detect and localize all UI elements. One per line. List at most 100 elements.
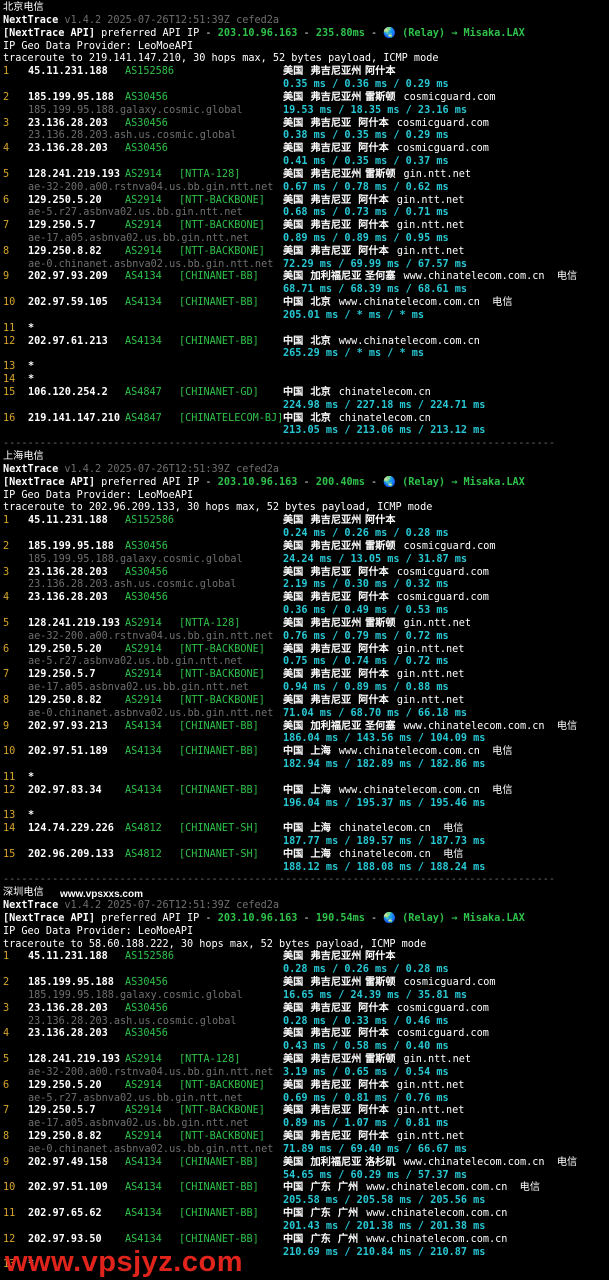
- hop-asn: AS152586: [125, 66, 175, 78]
- hop-host: gin.ntt.net: [403, 168, 471, 180]
- api-relay: 🌏 (Relay) → Misaka.LAX: [383, 27, 525, 39]
- hop-geo: 中国 广东 广州: [283, 1208, 359, 1219]
- hop-number: 4: [3, 1028, 10, 1040]
- hop-asn: AS4134: [125, 784, 162, 796]
- hop-tag: [CHINANET-BB]: [179, 1233, 259, 1245]
- api-relay: 🌏 (Relay) → Misaka.LAX: [383, 476, 525, 488]
- hop-tag: [CHINANET-BB]: [179, 746, 259, 758]
- hop-rtt: 0.28 ms / 0.33 ms / 0.46 ms: [283, 1015, 449, 1027]
- tool-version: v1.4.2 2025-07-26T12:51:39Z cefed2a: [58, 463, 280, 475]
- api-line: [NextTrace API] preferred API IP - 203.1…: [3, 913, 525, 926]
- hop-number: 11: [3, 322, 16, 334]
- hop-number: 10: [3, 1182, 16, 1194]
- hop-ip: 129.250.5.7: [28, 669, 96, 681]
- hop-hostname: 23.136.28.203.ash.us.cosmic.global: [28, 130, 237, 142]
- hop-rtt: 213.05 ms / 213.06 ms / 213.12 ms: [283, 425, 486, 437]
- hop-asn: AS4134: [125, 297, 162, 309]
- hop-number: 8: [3, 245, 10, 257]
- hop-tag: [CHINANET-BB]: [179, 297, 259, 309]
- hop-tag: [CHINANET-SH]: [179, 823, 259, 835]
- hop-geo: 美国 弗吉尼亚 阿什本: [283, 566, 389, 578]
- hop-host: chinatelecom.cn: [338, 412, 431, 424]
- hop-ip: 45.11.231.188: [28, 515, 108, 527]
- hop-tag: [CHINANET-BB]: [179, 784, 259, 796]
- hop-rtt: 0.38 ms / 0.35 ms / 0.29 ms: [283, 130, 449, 142]
- hop-geo: 中国 上海: [283, 784, 331, 796]
- hop-host: www.chinatelecom.com.cn 电信: [403, 720, 578, 732]
- hop-asn: AS2914: [125, 669, 162, 681]
- hop-geo: 美国 弗吉尼亚州 阿什本: [283, 515, 396, 527]
- hop-number: 7: [3, 220, 10, 232]
- hop-geo: 中国 上海: [283, 848, 331, 860]
- hop-ip: 202.97.59.105: [28, 297, 108, 309]
- section-separator: ----------------------------------------…: [3, 438, 556, 450]
- section-title-text: 上海电信: [3, 451, 44, 462]
- hop-geo: 美国 弗吉尼亚 阿什本: [283, 1028, 389, 1040]
- hop-rtt: 0.35 ms / 0.36 ms / 0.29 ms: [283, 79, 449, 90]
- hop-asn: AS2914: [125, 1054, 162, 1066]
- traceroute-text: traceroute to 219.141.147.210, 30 hops m…: [3, 53, 439, 65]
- hop-geo: 美国 弗吉尼亚州 雷斯顿: [283, 168, 396, 180]
- version-line: NextTrace v1.4.2 2025-07-26T12:51:39Z ce…: [3, 900, 279, 913]
- hop-ip: 202.97.61.213: [28, 335, 108, 347]
- hop-ip: 124.74.229.226: [28, 823, 114, 835]
- hop-number: 1: [3, 515, 10, 527]
- hop-geo: 中国 北京: [283, 412, 331, 424]
- terminal-window: 北京电信 NextTrace v1.4.2 2025-07-26T12:51:39…: [0, 0, 609, 1280]
- hop-tag: [CHINANET-BB]: [179, 720, 259, 732]
- hop-host: cosmicguard.com: [403, 540, 496, 552]
- hop-rtt: 0.28 ms / 0.26 ms / 0.28 ms: [283, 964, 449, 976]
- hop-number: 11: [3, 1208, 16, 1219]
- hop-rtt: 0.68 ms / 0.73 ms / 0.71 ms: [283, 207, 449, 219]
- hop-number: 5: [3, 168, 10, 180]
- hop-asn: AS30456: [125, 566, 168, 578]
- tool-version: v1.4.2 2025-07-26T12:51:39Z cefed2a: [58, 900, 280, 912]
- api-dash-2: -: [364, 476, 384, 488]
- tool-name: NextTrace: [3, 14, 59, 26]
- hop-hostname: ae-32-200.a00.rstnva04.us.bb.gin.ntt.net: [28, 1066, 274, 1078]
- hop-rtt: 0.89 ms / 1.07 ms / 0.81 ms: [283, 1118, 449, 1130]
- hop-rtt: 201.43 ms / 201.38 ms / 201.38 ms: [283, 1220, 486, 1232]
- hop-ip: *: [28, 771, 35, 783]
- api-latency: 235.80ms: [315, 27, 365, 39]
- hop-ip: *: [28, 361, 35, 373]
- hop-geo: 美国 弗吉尼亚州 阿什本: [283, 66, 396, 78]
- hop-ip: 128.241.219.193: [28, 168, 121, 180]
- traceroute-text: traceroute to 58.60.188.222, 30 hops max…: [3, 938, 427, 950]
- hop-hostname: 185.199.95.188.galaxy.cosmic.global: [28, 104, 243, 116]
- hop-number: 12: [3, 1233, 16, 1245]
- hop-host: www.chinatelecom.com.cn: [338, 335, 480, 347]
- tool-version: v1.4.2 2025-07-26T12:51:39Z cefed2a: [58, 14, 280, 26]
- hop-ip: 202.97.51.109: [28, 1182, 108, 1194]
- hop-number: 9: [3, 271, 10, 283]
- hop-asn: AS30456: [125, 117, 168, 129]
- hop-rtt: 16.65 ms / 24.39 ms / 35.81 ms: [283, 989, 468, 1001]
- api-latency: 190.54ms: [315, 912, 365, 924]
- hop-number: 2: [3, 540, 10, 552]
- hop-geo: 中国 北京: [283, 335, 331, 347]
- hop-rtt: 265.29 ms / * ms / * ms: [283, 348, 425, 360]
- hop-ip: 129.250.5.20: [28, 643, 102, 655]
- hop-tag: [NTT-BACKBONE]: [179, 245, 265, 257]
- hop-hostname: ae-5.r27.asbnva02.us.bb.gin.ntt.net: [28, 1092, 243, 1104]
- hop-ip: 129.250.8.82: [28, 694, 102, 706]
- hop-number: 12: [3, 335, 16, 347]
- watermark-large: www.vpsjyz.com: [5, 1246, 243, 1278]
- hop-rtt: 24.24 ms / 13.05 ms / 31.87 ms: [283, 553, 468, 565]
- hop-host: cosmicguard.com: [396, 566, 489, 578]
- hop-asn: AS152586: [125, 515, 175, 527]
- hop-number: 7: [3, 669, 10, 681]
- hop-asn: AS4134: [125, 746, 162, 758]
- hop-rtt: 3.19 ms / 0.65 ms / 0.54 ms: [283, 1066, 449, 1078]
- hop-tag: [CHINANET-BB]: [179, 1208, 259, 1219]
- hop-ip: *: [28, 810, 35, 822]
- hop-hostname: ae-0.chinanet.asbnva02.us.bb.gin.ntt.net: [28, 258, 274, 270]
- hop-number: 16: [3, 412, 16, 424]
- hop-host: cosmicguard.com: [403, 977, 496, 989]
- hop-host: gin.ntt.net: [396, 694, 465, 706]
- api-ip: 203.10.96.163: [217, 912, 298, 924]
- hop-number: 6: [3, 1079, 10, 1091]
- api-latency: 200.40ms: [315, 476, 365, 488]
- hop-host: gin.ntt.net: [396, 669, 465, 681]
- hop-host: chinatelecom.cn 电信: [338, 848, 464, 860]
